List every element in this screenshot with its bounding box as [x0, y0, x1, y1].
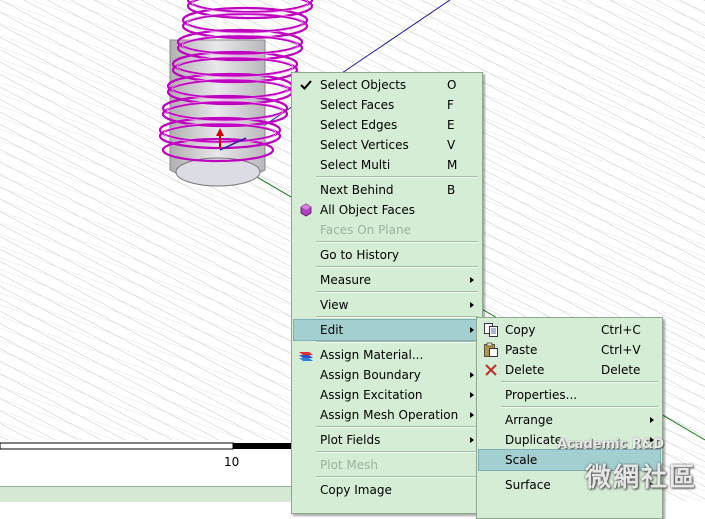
menu-separator — [316, 341, 478, 343]
edit-submenu: Copy Ctrl+C Paste Ctrl+V Delete Delete P… — [476, 317, 663, 519]
material-layers-icon — [299, 352, 313, 361]
menu-item-select-vertices[interactable]: Select Vertices V — [294, 135, 480, 155]
submenu-arrow-icon — [650, 417, 654, 423]
menu-item-view[interactable]: View — [294, 295, 480, 315]
menu-separator — [316, 451, 478, 453]
menu-item-assign-boundary[interactable]: Assign Boundary — [294, 365, 480, 385]
menu-item-properties[interactable]: Properties... — [479, 385, 660, 405]
purple-cube-icon — [300, 203, 312, 217]
menu-item-select-edges[interactable]: Select Edges E — [294, 115, 480, 135]
menu-item-copy-image[interactable]: Copy Image — [294, 480, 480, 500]
checkmark-icon — [300, 80, 312, 90]
menu-item-copy[interactable]: Copy Ctrl+C — [479, 320, 660, 340]
menu-item-arrange[interactable]: Arrange — [479, 410, 660, 430]
menu-item-paste[interactable]: Paste Ctrl+V — [479, 340, 660, 360]
status-bar — [0, 486, 291, 502]
menu-item-delete[interactable]: Delete Delete — [479, 360, 660, 380]
submenu-arrow-icon — [470, 327, 474, 333]
ruler-label: 10 — [224, 455, 240, 469]
menu-item-assign-mesh-operation[interactable]: Assign Mesh Operation — [294, 405, 480, 425]
menu-item-edit[interactable]: Edit — [293, 319, 481, 341]
submenu-arrow-icon — [470, 412, 474, 418]
menu-item-plot-fields[interactable]: Plot Fields — [294, 430, 480, 450]
menu-item-plot-mesh: Plot Mesh — [320, 458, 379, 472]
menu-separator — [316, 176, 478, 178]
menu-separator — [316, 241, 478, 243]
menu-item-all-object-faces[interactable]: All Object Faces — [294, 200, 480, 220]
menu-item-assign-excitation[interactable]: Assign Excitation — [294, 385, 480, 405]
menu-separator — [501, 406, 658, 408]
paste-icon — [484, 342, 498, 357]
menu-item-go-to-history[interactable]: Go to History — [294, 245, 480, 265]
copy-icon — [484, 323, 498, 337]
menu-item-next-behind[interactable]: Next Behind B — [294, 180, 480, 200]
submenu-arrow-icon — [470, 392, 474, 398]
menu-separator — [316, 316, 478, 318]
ruler-bar-dark — [233, 443, 291, 449]
ruler-bar-light — [0, 442, 234, 450]
menu-item-assign-material[interactable]: Assign Material... — [294, 345, 480, 365]
menu-separator — [316, 476, 478, 478]
submenu-arrow-icon — [470, 277, 474, 283]
menu-item-select-faces[interactable]: Select Faces F — [294, 95, 480, 115]
menu-separator — [316, 426, 478, 428]
menu-item-select-objects[interactable]: Select Objects O — [294, 75, 480, 95]
menu-item-scale[interactable]: Scale — [478, 449, 661, 471]
menu-item-select-multi[interactable]: Select Multi M — [294, 155, 480, 175]
submenu-arrow-icon — [650, 482, 654, 488]
submenu-arrow-icon — [650, 437, 654, 443]
submenu-arrow-icon — [470, 302, 474, 308]
menu-item-surface[interactable]: Surface — [479, 475, 660, 495]
menu-item-duplicate[interactable]: Duplicate — [479, 430, 660, 450]
submenu-arrow-icon — [470, 437, 474, 443]
menu-separator — [501, 381, 658, 383]
menu-separator — [316, 266, 478, 268]
submenu-arrow-icon — [470, 372, 474, 378]
ruler-scale — [0, 440, 291, 486]
cylinder-bottom — [175, 157, 261, 187]
menu-separator — [316, 291, 478, 293]
menu-item-faces-on-plane: Faces On Plane — [320, 223, 411, 237]
delete-x-icon — [485, 364, 497, 376]
context-menu: Select Objects O Select Faces F Select E… — [291, 72, 483, 514]
menu-item-measure[interactable]: Measure — [294, 270, 480, 290]
